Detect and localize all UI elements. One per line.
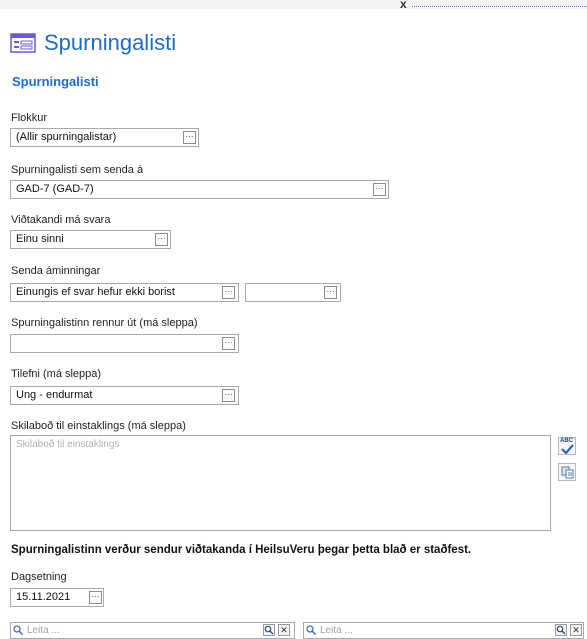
recipient-label: Viðtakandi má svara [11, 214, 111, 226]
reminders-value: Einungis ef svar hefur ekki borist [16, 286, 175, 298]
copy-button[interactable] [558, 463, 576, 481]
questionnaire-browse-button[interactable]: ··· [373, 183, 386, 196]
occasion-label: Tilefni (má sleppa) [11, 368, 102, 380]
expires-field[interactable] [10, 334, 239, 353]
clear-button-left[interactable]: ✕ [278, 624, 290, 636]
category-field[interactable]: (Allir spurningalistar) [10, 128, 199, 147]
focus-outline [412, 6, 587, 7]
occasion-value: Ung - endurmat [16, 389, 93, 401]
reminders-label: Senda áminningar [11, 265, 101, 277]
search-input-right[interactable]: Leita ... [303, 622, 584, 639]
section-title: Spurningalisti [12, 74, 99, 89]
date-label: Dagsetning [11, 571, 67, 583]
questionnaire-field[interactable]: GAD-7 (GAD-7) [10, 180, 389, 199]
search-icon [556, 625, 566, 635]
search-button-right[interactable] [555, 624, 567, 636]
recipient-answer-value: Einu sinni [16, 233, 64, 245]
search-icon [264, 625, 274, 635]
category-value: (Allir spurningalistar) [16, 131, 117, 143]
category-label: Flokkur [11, 112, 48, 124]
close-icon[interactable]: x [400, 0, 407, 11]
copy-icon [561, 466, 574, 479]
message-textarea[interactable]: Skilaboð til einstaklings [10, 435, 551, 531]
message-label: Skilaboð til einstaklings (má sleppa) [11, 420, 186, 432]
send-notice: Spurningalistinn verður sendur viðtakand… [11, 544, 472, 556]
date-value: 15.11.2021 [16, 591, 71, 603]
recipient-browse-button[interactable]: ··· [155, 233, 168, 246]
occasion-field[interactable]: Ung - endurmat [10, 386, 239, 405]
questionnaire-value: GAD-7 (GAD-7) [16, 183, 94, 195]
search-input-left[interactable]: Leita ... [10, 622, 295, 639]
search-button-left[interactable] [263, 624, 275, 636]
date-picker-button[interactable]: ··· [89, 591, 102, 604]
reminders-field[interactable]: Einungis ef svar hefur ekki borist [10, 283, 239, 302]
questionnaire-label: Spurningalisti sem senda á [11, 164, 144, 176]
clear-button-right[interactable]: ✕ [570, 624, 582, 636]
message-placeholder: Skilaboð til einstaklings [16, 439, 120, 450]
top-strip [0, 0, 587, 9]
search-icon [306, 625, 316, 635]
search-placeholder-right: Leita ... [320, 625, 353, 636]
recipient-answer-field[interactable]: Einu sinni [10, 230, 171, 249]
reminders-interval-browse-button[interactable]: ··· [324, 286, 337, 299]
occasion-browse-button[interactable]: ··· [222, 389, 235, 402]
form-list-icon [10, 33, 36, 53]
category-browse-button[interactable]: ··· [183, 131, 196, 144]
page-title: Spurningalisti [44, 30, 177, 55]
search-placeholder-left: Leita ... [27, 625, 60, 636]
spellcheck-button[interactable]: ABC [558, 437, 576, 455]
expires-browse-button[interactable]: ··· [222, 337, 235, 350]
search-icon [13, 625, 23, 635]
expires-label: Spurningalistinn rennur út (má sleppa) [11, 317, 198, 329]
spellcheck-check-glyph [561, 444, 574, 454]
reminders-browse-button[interactable]: ··· [222, 286, 235, 299]
